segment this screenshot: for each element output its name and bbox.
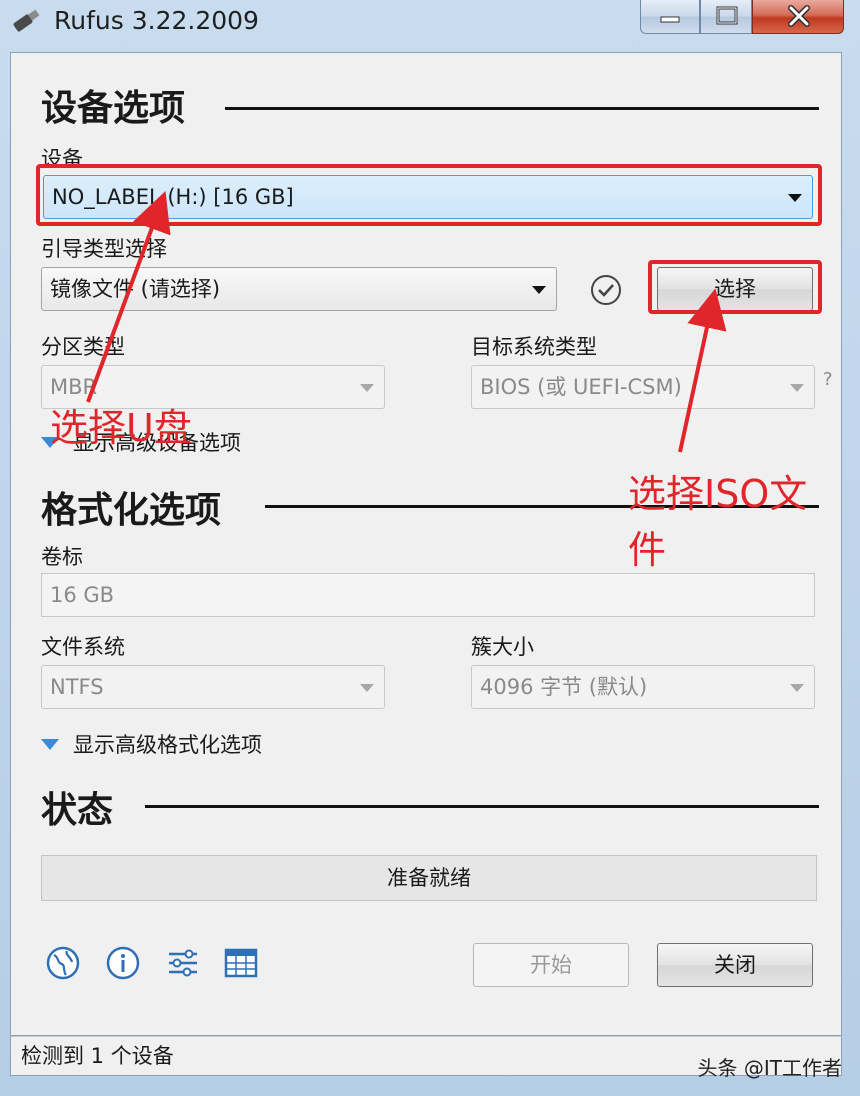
partition-scheme-value: MBR	[50, 375, 98, 399]
maximize-icon	[716, 6, 738, 25]
log-table-icon[interactable]	[223, 945, 259, 981]
expand-triangle-icon	[41, 738, 59, 750]
format-options-title: 格式化选项	[41, 490, 222, 531]
boot-selection-label: 引导类型选择	[41, 237, 167, 261]
close-window-button[interactable]	[752, 0, 844, 34]
chevron-down-icon	[532, 286, 546, 294]
device-highlight-box	[36, 164, 822, 226]
partition-scheme-label: 分区类型	[41, 335, 125, 359]
select-iso-annotation-line2: 件	[628, 528, 667, 572]
show-advanced-format-toggle[interactable]: 显示高级格式化选项	[41, 729, 262, 759]
start-button[interactable]: 开始	[473, 943, 629, 987]
chevron-down-icon	[790, 384, 804, 392]
check-circle-icon[interactable]	[589, 273, 623, 307]
chevron-down-icon	[360, 684, 374, 692]
chevron-down-icon	[360, 384, 374, 392]
status-title: 状态	[41, 790, 114, 831]
help-mark[interactable]: ?	[823, 369, 833, 390]
maximize-button[interactable]	[700, 0, 752, 34]
select-button-highlight-box	[648, 260, 822, 314]
title-bar[interactable]: Rufus 3.22.2009	[0, 0, 860, 52]
boot-selection-value: 镜像文件 (请选择)	[50, 277, 221, 301]
cluster-size-label: 簇大小	[471, 635, 534, 659]
advanced-format-label: 显示高级格式化选项	[73, 733, 262, 757]
target-system-value: BIOS (或 UEFI-CSM)	[480, 375, 682, 399]
progress-bar: 准备就绪	[41, 855, 817, 901]
file-system-dropdown[interactable]: NTFS	[41, 665, 385, 709]
device-options-title: 设备选项	[41, 88, 186, 129]
volume-label-label: 卷标	[41, 545, 83, 569]
status-rule	[145, 805, 819, 808]
info-icon[interactable]	[105, 945, 141, 981]
select-iso-annotation-line1: 选择ISO文	[628, 472, 808, 516]
usb-drive-icon	[13, 9, 40, 32]
watermark: 头条 @IT工作者	[697, 1056, 842, 1080]
rufus-window: Rufus 3.22.2009 设备选项 设备 NO_LABEL (H:) [1…	[0, 0, 860, 1096]
device-options-rule	[225, 107, 819, 110]
cluster-size-value: 4096 字节 (默认)	[480, 675, 648, 699]
chevron-down-icon	[790, 684, 804, 692]
select-usb-annotation: 选择U盘	[50, 406, 192, 450]
minimize-icon	[660, 16, 680, 23]
file-system-label: 文件系统	[41, 635, 125, 659]
partition-scheme-dropdown[interactable]: MBR	[41, 365, 385, 409]
minimize-button[interactable]	[640, 0, 700, 34]
boot-selection-dropdown[interactable]: 镜像文件 (请选择)	[41, 267, 557, 311]
globe-icon[interactable]	[45, 945, 81, 981]
window-title: Rufus 3.22.2009	[54, 6, 259, 35]
file-system-value: NTFS	[50, 675, 104, 699]
close-button[interactable]: 关闭	[657, 943, 813, 987]
close-icon	[788, 5, 810, 27]
target-system-label: 目标系统类型	[471, 335, 597, 359]
settings-sliders-icon[interactable]	[165, 945, 201, 981]
volume-label-input[interactable]: 16 GB	[41, 573, 815, 617]
cluster-size-dropdown[interactable]: 4096 字节 (默认)	[471, 665, 815, 709]
target-system-dropdown[interactable]: BIOS (或 UEFI-CSM)	[471, 365, 815, 409]
